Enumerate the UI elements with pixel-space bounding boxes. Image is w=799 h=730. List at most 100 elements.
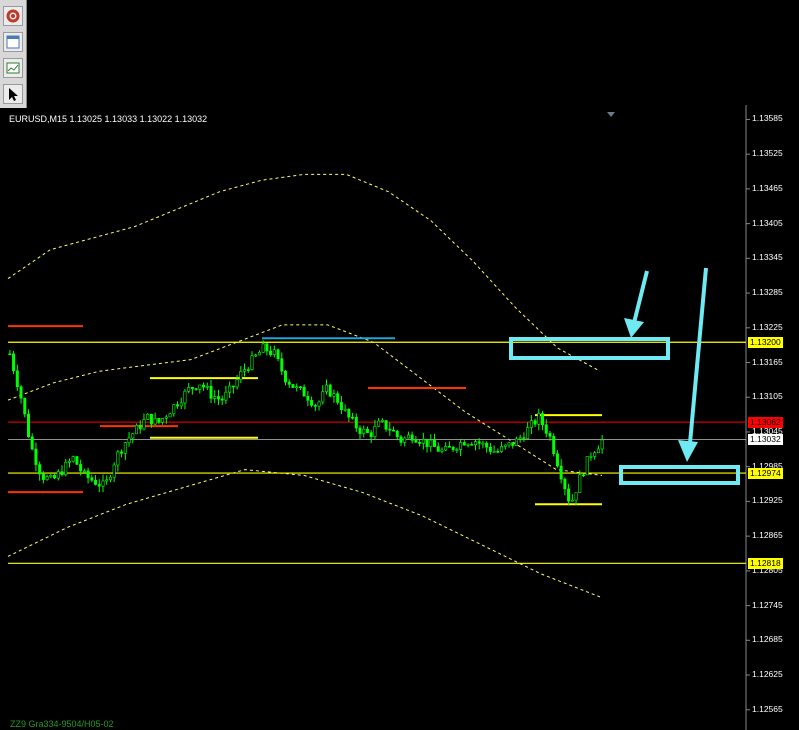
candle-body — [86, 470, 90, 479]
candle-body — [433, 439, 437, 447]
candle-body — [269, 350, 273, 355]
candle-body — [585, 456, 589, 476]
candle-body — [306, 395, 310, 401]
candle-body — [235, 379, 239, 388]
candle-body — [421, 439, 425, 444]
candle-body — [198, 384, 202, 390]
candle-body — [34, 448, 38, 465]
candle-body — [492, 451, 496, 453]
annotation-layer — [509, 267, 740, 485]
candle-body — [157, 418, 161, 423]
candle-body — [179, 402, 183, 407]
candle-body — [369, 432, 373, 438]
candle-body — [365, 428, 369, 433]
candle-body — [473, 441, 477, 445]
candle-body — [26, 413, 30, 438]
candle-body — [373, 425, 377, 438]
candle-body — [582, 474, 586, 477]
candle-body — [49, 475, 53, 477]
candle-body — [205, 385, 209, 388]
candle-body — [529, 420, 533, 428]
candle-body — [563, 478, 567, 490]
price-tick-label: 1.13285 — [752, 287, 783, 298]
price-tag: 1.12974 — [748, 467, 783, 479]
candle-body — [533, 420, 537, 425]
chart-plot[interactable] — [0, 0, 799, 730]
candle-body — [261, 343, 265, 353]
candle-body — [328, 384, 332, 397]
candle-body — [202, 384, 206, 388]
candle-body — [559, 465, 563, 480]
candle-body — [392, 429, 396, 432]
candle-body — [403, 437, 407, 443]
candle-body — [418, 441, 422, 444]
candle-body — [168, 413, 172, 418]
candle-body — [183, 390, 187, 404]
candle-body — [470, 444, 474, 446]
price-tag: 1.12818 — [748, 557, 783, 569]
candle-body — [280, 358, 284, 372]
chart-title: EURUSD,M15 1.13025 1.13033 1.13022 1.130… — [9, 114, 208, 124]
candle-body — [388, 428, 392, 431]
candle-body — [172, 404, 176, 415]
candle-body — [548, 433, 552, 437]
candle-body — [507, 442, 511, 446]
candle-body — [541, 413, 545, 426]
candle-body — [71, 456, 75, 462]
candle-body — [462, 442, 466, 446]
candle-body — [243, 369, 247, 372]
candle-body — [108, 476, 112, 481]
arrow-shaft — [688, 267, 708, 444]
bands-layer — [7, 173, 603, 598]
candle-body — [351, 416, 355, 419]
candle-body — [589, 456, 593, 458]
candle-body — [313, 405, 317, 407]
price-tick-label: 1.13585 — [752, 113, 783, 124]
candle-body — [38, 464, 42, 475]
candle-body — [216, 396, 220, 400]
candle-body — [41, 473, 45, 480]
candle-body — [555, 453, 559, 467]
candle-body — [75, 456, 79, 465]
candle-body — [265, 343, 269, 352]
candle-body — [287, 381, 291, 385]
candle-body — [94, 479, 98, 485]
candle-body — [82, 470, 86, 473]
chart-area[interactable]: EURUSD,M15 1.13025 1.13033 1.13022 1.130… — [0, 0, 799, 730]
candle-body — [410, 434, 414, 441]
candle-body — [578, 474, 582, 493]
chart-shift-marker — [607, 112, 615, 117]
candle-body — [213, 396, 217, 399]
price-tag: 1.13032 — [748, 433, 783, 445]
price-tick-label: 1.13225 — [752, 321, 783, 332]
candle-body — [112, 464, 116, 478]
candle-body — [67, 460, 71, 463]
candle-body — [295, 386, 299, 389]
candle-body — [90, 477, 94, 481]
candles-layer — [8, 340, 604, 506]
candle-body — [284, 370, 288, 383]
candle-body — [481, 442, 485, 445]
price-tag: 1.13200 — [748, 336, 783, 348]
candle-body — [395, 430, 399, 438]
candle-body — [552, 436, 556, 455]
candle-body — [447, 446, 451, 448]
candle-body — [347, 408, 351, 418]
price-scale[interactable]: 1.13585 1.13525 1.13465 1.13405 1.13345 1.132… — [746, 105, 799, 730]
price-tick-label: 1.13525 — [752, 148, 783, 159]
candle-body — [164, 416, 168, 419]
candle-body — [567, 488, 571, 502]
candle-body — [477, 441, 481, 444]
candle-body — [574, 492, 578, 501]
candle-body — [56, 471, 60, 479]
candle-body — [358, 427, 362, 434]
candle-body — [511, 442, 515, 446]
candle-body — [272, 349, 276, 355]
candle-body — [79, 464, 83, 472]
candle-body — [600, 439, 604, 450]
candle-body — [500, 446, 504, 452]
candle-body — [146, 413, 150, 420]
candle-body — [116, 451, 120, 466]
candle-body — [514, 438, 518, 446]
candle-body — [570, 499, 574, 502]
